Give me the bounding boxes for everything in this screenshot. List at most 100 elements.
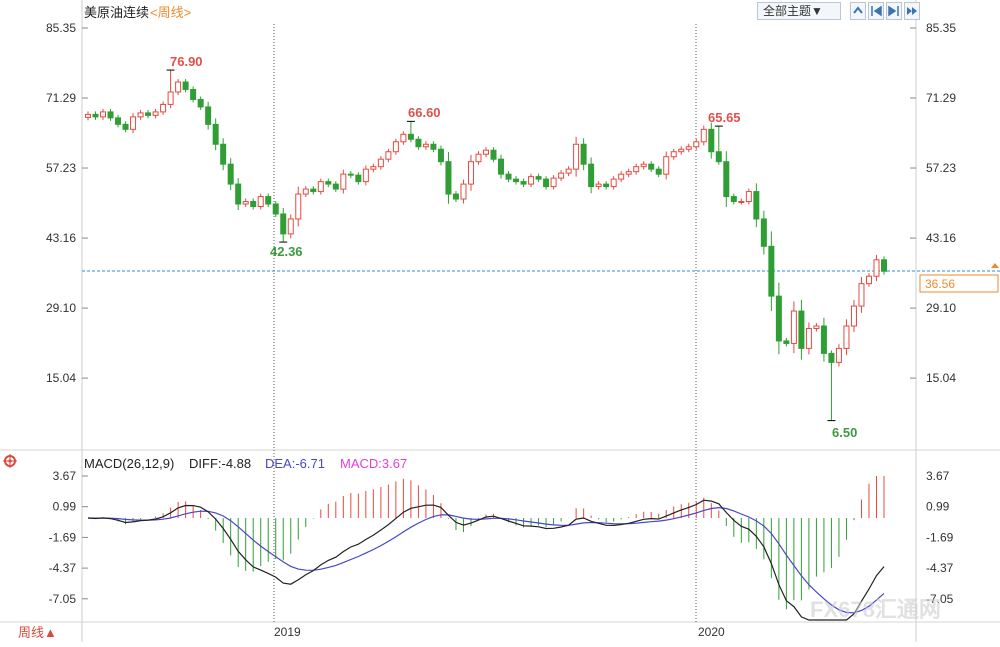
status-period-label[interactable]: 周线▲ — [18, 625, 57, 640]
candle-body — [332, 183, 339, 190]
macd-ytick-right-2: -1.69 — [926, 530, 954, 544]
candle-body — [768, 245, 775, 297]
candle-body — [543, 178, 550, 188]
annotation-high-66: 66.60 — [408, 105, 441, 120]
candle-body — [92, 113, 99, 118]
candle-body — [422, 143, 429, 148]
candle-body — [490, 149, 497, 160]
candle-body — [723, 161, 730, 198]
candle-body — [670, 151, 677, 158]
macd-ytick-right-0: 3.67 — [926, 469, 950, 483]
ytick-left-4: 29.10 — [46, 301, 76, 315]
candle-body — [355, 174, 362, 183]
candle-body — [580, 143, 587, 165]
candle-body — [475, 153, 482, 163]
candle-body — [505, 173, 512, 180]
candle-body — [603, 183, 610, 188]
candle-body — [528, 176, 535, 185]
candle-body — [633, 166, 640, 173]
forward-icon[interactable] — [886, 2, 902, 20]
candle-body — [295, 193, 302, 220]
candle-body — [610, 178, 617, 188]
annotation-high-76: 76.90 — [170, 54, 203, 69]
macd-ytick-left-3: -4.37 — [49, 561, 77, 575]
candle-body — [738, 201, 745, 204]
candle-body — [835, 347, 842, 363]
candle-body — [235, 183, 242, 205]
ytick-right-5: 15.04 — [926, 371, 956, 385]
candle-body — [828, 352, 835, 363]
candle-body — [452, 193, 459, 200]
candle-body — [85, 113, 91, 118]
candle-body — [783, 340, 790, 344]
candle-body — [347, 173, 354, 176]
candle-body — [115, 117, 122, 125]
candle-body — [865, 275, 872, 285]
candle-body — [790, 310, 797, 344]
candle-body — [340, 173, 347, 190]
candle-body — [400, 133, 407, 143]
candle-body — [280, 213, 287, 235]
macd-params-label: MACD(26,12,9) — [84, 456, 174, 471]
candle-body — [265, 196, 272, 205]
macd-ytick-left-1: 0.99 — [53, 500, 77, 514]
macd-ytick-right-1: 0.99 — [926, 500, 950, 514]
macd-value-label: MACD:3.67 — [340, 456, 407, 471]
ytick-right-4: 29.10 — [926, 301, 956, 315]
candle-body — [272, 203, 279, 215]
candle-body — [190, 88, 197, 100]
candle-body — [130, 116, 137, 130]
current-price-label: 36.56 — [925, 277, 955, 291]
candle-body — [137, 112, 144, 118]
xtick-2019: 2019 — [274, 625, 301, 639]
candle-body — [175, 81, 182, 93]
candle-body — [302, 188, 309, 195]
xtick-2020: 2020 — [698, 625, 725, 639]
candle-body — [287, 218, 294, 235]
candle-body — [220, 143, 227, 165]
candle-body — [430, 143, 437, 150]
candle-body — [730, 196, 737, 203]
candle-body — [167, 91, 174, 105]
candle-body — [197, 98, 204, 108]
candle-body — [250, 201, 257, 208]
candle-body — [520, 181, 527, 185]
price-macd-chart: 85.35 85.35 71.29 71.29 57.23 57.23 43.16 43.16… — [0, 0, 1000, 642]
ytick-right-1: 71.29 — [926, 91, 956, 105]
candle-body — [212, 123, 219, 145]
macd-ytick-left-0: 3.67 — [53, 469, 77, 483]
candle-body — [753, 191, 760, 220]
macd-ytick-right-3: -4.37 — [926, 561, 954, 575]
candle-body — [362, 168, 369, 183]
candle-body — [535, 176, 542, 180]
macd-ytick-left-4: -7.05 — [49, 592, 77, 606]
ytick-left-1: 71.29 — [46, 91, 76, 105]
zoom-in-icon[interactable] — [850, 2, 866, 20]
period-label[interactable]: <周线> — [150, 5, 191, 20]
candle-body — [377, 158, 384, 168]
fast-forward-icon[interactable] — [904, 2, 920, 20]
candle-body — [873, 259, 880, 277]
candle-body — [618, 173, 625, 180]
candle-body — [385, 151, 392, 160]
candle-body — [655, 168, 662, 175]
candle-body — [325, 181, 332, 185]
candle-body — [317, 181, 324, 193]
candle-body — [573, 143, 580, 170]
candle-body — [370, 166, 377, 170]
rewind-icon[interactable] — [868, 2, 884, 20]
ytick-left-5: 15.04 — [46, 371, 76, 385]
candle-body — [775, 295, 782, 342]
candle-body — [640, 163, 647, 168]
theme-select-button[interactable]: 全部主题▼ — [757, 2, 841, 20]
candle-body — [182, 81, 189, 90]
candle-body — [550, 177, 557, 188]
candle-body — [595, 183, 602, 188]
candle-body — [588, 163, 595, 188]
ytick-right-3: 43.16 — [926, 231, 956, 245]
ytick-left-0: 85.35 — [46, 21, 76, 35]
watermark: FX678汇通网 — [810, 597, 941, 622]
candle-body — [745, 191, 752, 203]
candle-body — [152, 111, 159, 116]
annotation-high-65: 65.65 — [708, 110, 741, 125]
